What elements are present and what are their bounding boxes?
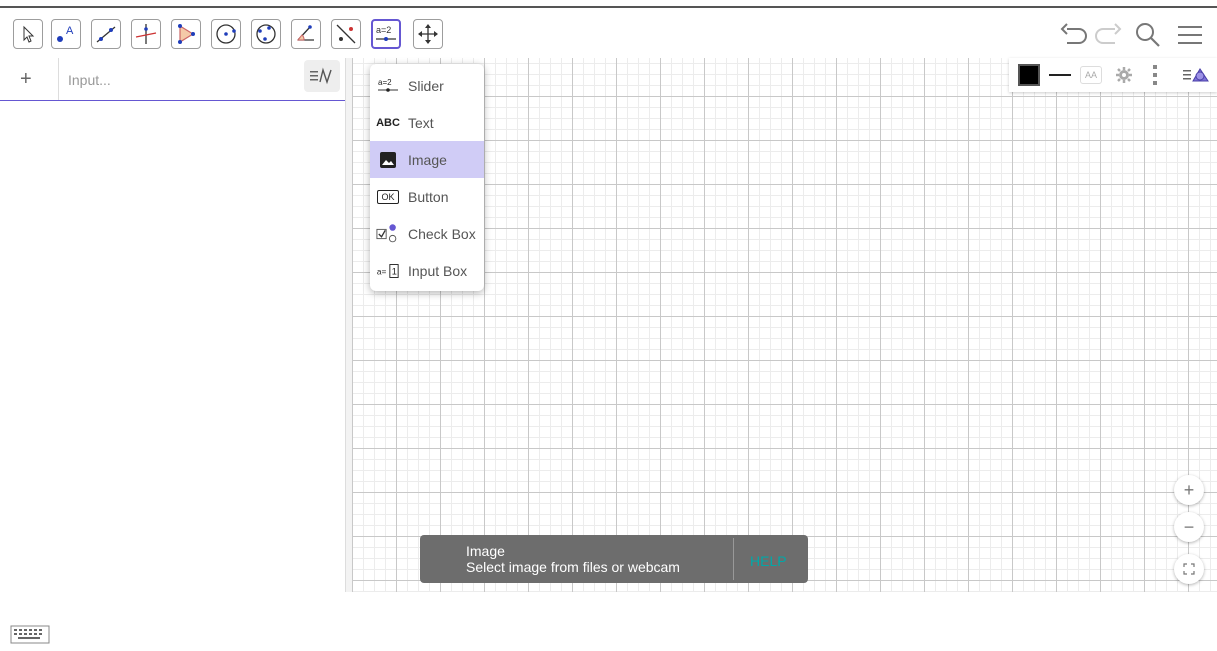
svg-text:A: A	[66, 25, 74, 37]
view-divider[interactable]	[345, 58, 352, 592]
algebra-view-icon	[310, 67, 332, 85]
graphics-view-icon	[1183, 68, 1209, 82]
menu-item-check-box[interactable]: Check Box	[370, 215, 484, 252]
reflect-tool-button[interactable]	[331, 19, 361, 49]
image-icon	[376, 151, 400, 168]
angle-icon	[296, 25, 314, 41]
graphics-style-bar: AA	[1009, 58, 1217, 92]
algebra-view-menu-button[interactable]	[304, 60, 340, 92]
toolbar: A a=2	[0, 8, 1217, 58]
search-icon	[1136, 23, 1160, 47]
search-button[interactable]	[1133, 20, 1163, 50]
fullscreen-button[interactable]	[1174, 554, 1204, 584]
move-graphics-tool-button[interactable]	[413, 19, 443, 49]
arrow-pointer-icon	[23, 25, 35, 43]
line-tool-button[interactable]	[91, 19, 121, 49]
tooltip-title: Image	[466, 543, 505, 559]
undo-icon	[1060, 23, 1087, 44]
line-style-icon	[1049, 74, 1071, 76]
tooltip-divider	[733, 538, 734, 580]
reflect-icon	[336, 24, 356, 44]
graphics-view-menu-button[interactable]	[1181, 62, 1211, 88]
menu-item-label: Text	[408, 114, 434, 131]
help-link[interactable]: HELP	[750, 553, 787, 569]
menu-item-label: Check Box	[408, 225, 476, 242]
keyboard-icon	[10, 625, 50, 644]
perpendicular-tool-button[interactable]	[131, 19, 161, 49]
more-options-button[interactable]	[1145, 62, 1165, 88]
menu-item-label: Slider	[408, 77, 444, 94]
menu-item-slider[interactable]: a=2 Slider	[370, 67, 484, 104]
svg-text:a=2: a=2	[378, 78, 392, 87]
polygon-tool-button[interactable]	[171, 19, 201, 49]
algebra-input-row: + Input...	[0, 58, 345, 101]
circle-center-icon	[216, 24, 236, 44]
more-vert-icon	[1153, 65, 1157, 85]
line-style-button[interactable]	[1047, 62, 1073, 88]
zoom-in-icon: +	[1183, 479, 1195, 500]
menu-item-label: Image	[408, 151, 447, 168]
text-size-button[interactable]: AA	[1077, 62, 1105, 88]
point-icon: A	[57, 25, 74, 42]
button-icon: OK	[376, 189, 400, 204]
menu-button[interactable]	[1175, 20, 1205, 50]
menu-item-text[interactable]: ABC Text	[370, 104, 484, 141]
circle-three-points-tool-button[interactable]	[251, 19, 281, 49]
slider-icon: a=2	[376, 25, 396, 41]
circle-three-points-icon	[256, 24, 276, 44]
tool-dropdown-menu: a=2 Slider ABC Text Image OK Button Chec…	[370, 64, 484, 291]
add-input-button[interactable]: +	[20, 68, 32, 91]
fullscreen-icon	[1183, 563, 1195, 575]
zoom-in-button[interactable]: +	[1174, 475, 1204, 505]
svg-text:a=: a=	[377, 266, 387, 276]
perpendicular-icon	[135, 24, 157, 44]
checkbox-icon	[376, 223, 400, 245]
text-size-label: AA	[1079, 66, 1102, 84]
point-tool-button[interactable]: A	[51, 19, 81, 49]
zoom-out-button[interactable]: −	[1174, 512, 1204, 542]
menu-item-input-box[interactable]: a= 1 Input Box	[370, 252, 484, 289]
svg-text:a=2: a=2	[376, 25, 391, 35]
redo-icon	[1095, 23, 1122, 44]
menu-item-label: Input Box	[408, 262, 468, 279]
svg-text:1: 1	[392, 266, 397, 276]
color-button[interactable]	[1015, 62, 1043, 88]
row-separator	[58, 58, 59, 100]
algebra-view: + Input...	[0, 58, 345, 644]
gear-icon	[1116, 67, 1132, 83]
input-box-icon: a= 1	[376, 262, 400, 280]
line-icon	[96, 26, 116, 43]
tool-tooltip: Image Select image from files or webcam …	[420, 535, 808, 583]
redo-button[interactable]	[1094, 20, 1124, 50]
color-swatch	[1018, 64, 1040, 86]
move-graphics-icon	[418, 24, 438, 44]
text-icon: ABC	[376, 116, 400, 129]
circle-center-tool-button[interactable]	[211, 19, 241, 49]
menu-item-button[interactable]: OK Button	[370, 178, 484, 215]
polygon-icon	[178, 24, 195, 44]
zoom-out-icon: −	[1183, 516, 1195, 537]
tooltip-message: Select image from files or webcam	[466, 559, 680, 575]
angle-tool-button[interactable]	[291, 19, 321, 49]
slider-tool-button[interactable]: a=2	[371, 19, 401, 49]
menu-item-image[interactable]: Image	[370, 141, 484, 178]
undo-button[interactable]	[1058, 20, 1088, 50]
menu-icon	[1178, 26, 1202, 44]
algebra-input-field[interactable]: Input...	[68, 72, 111, 88]
move-tool-button[interactable]	[13, 19, 43, 49]
settings-button[interactable]	[1111, 62, 1137, 88]
slider-icon: a=2	[376, 77, 400, 95]
keyboard-toggle-button[interactable]	[10, 624, 50, 646]
menu-item-label: Button	[408, 188, 449, 205]
